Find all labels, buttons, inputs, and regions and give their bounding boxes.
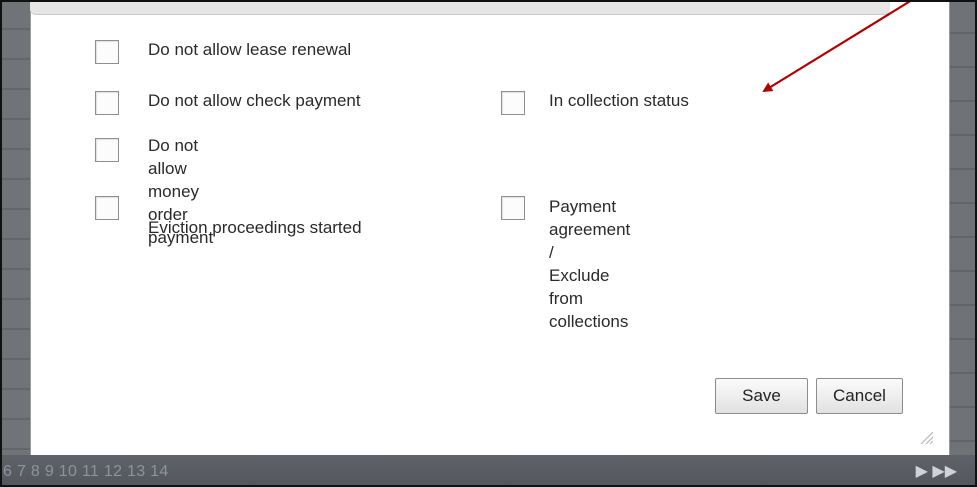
background-grid-right (948, 0, 977, 455)
next-page-icon[interactable]: ▶ ▶▶ (916, 461, 957, 481)
payment-agreement-label: Payment agreement / Exclude from collect… (549, 197, 631, 331)
lease-renewal-label: Do not allow lease renewal (148, 40, 352, 59)
dialog-top-bar (30, 0, 890, 15)
eviction-label: Eviction proceedings started (148, 218, 362, 237)
cancel-button[interactable]: Cancel (816, 378, 903, 414)
check-payment-checkbox[interactable] (95, 91, 119, 115)
collection-status-label: In collection status (549, 91, 689, 110)
lease-renewal-checkbox[interactable] (95, 40, 119, 64)
eviction-checkbox[interactable] (95, 196, 119, 220)
collection-status-checkbox[interactable] (501, 91, 525, 115)
background-grid-left (0, 0, 30, 455)
money-order-checkbox[interactable] (95, 138, 119, 162)
pagination-bar: 6 7 8 9 10 11 12 13 14 ▶ ▶▶ (0, 455, 977, 487)
resize-grip-icon[interactable] (917, 428, 933, 444)
check-payment-label: Do not allow check payment (148, 91, 361, 110)
page-number-links[interactable]: 6 7 8 9 10 11 12 13 14 (3, 463, 169, 481)
payment-agreement-checkbox[interactable] (501, 196, 525, 220)
save-button[interactable]: Save (715, 378, 808, 414)
